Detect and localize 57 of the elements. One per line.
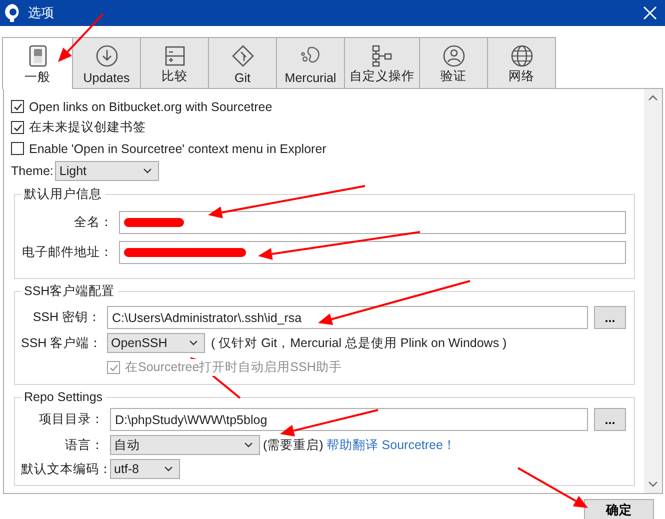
translate-link[interactable]: 帮助翻译 Sourcetree！ [326, 436, 456, 454]
field-label: SSH 密钥： [32, 309, 101, 326]
group-title: Repo Settings [23, 390, 104, 404]
group-title: SSH客户端配置 [23, 283, 116, 300]
flowchart-icon [370, 44, 394, 68]
browse-button[interactable]: ... [594, 306, 626, 329]
settings-tab[interactable]: 网络 [487, 37, 556, 88]
git-diamond-icon [230, 44, 254, 68]
hint-text: (需要重启) [263, 436, 324, 454]
settings-tab[interactable]: 验证 [419, 37, 488, 88]
scroll-down-icon[interactable] [648, 481, 658, 487]
field-label: SSH 客户端： [21, 334, 101, 352]
plus-minus-icon [162, 44, 186, 68]
chevron-down-icon [244, 442, 253, 448]
field-label: 电子邮件地址： [21, 244, 113, 261]
scrollbar[interactable] [644, 89, 662, 493]
settings-tab[interactable]: Updates [72, 37, 141, 88]
theme-dropdown[interactable]: Light [55, 161, 160, 181]
annotation-arrow [58, 13, 104, 62]
annotation-arrow [518, 467, 588, 508]
settings-tab[interactable]: Mercurial [276, 37, 345, 88]
checkbox-label: 在Sourcetree打开时自动启用SSH助手 [125, 359, 342, 376]
chevron-down-icon [189, 340, 198, 346]
field-label: 全名： [73, 214, 113, 231]
chevron-down-icon [143, 168, 152, 174]
checkbox-label: Open links on Bitbucket.org with Sourcetree [29, 100, 272, 114]
settings-tab[interactable]: 比较 [140, 37, 209, 88]
group-title: 默认用户信息 [23, 186, 103, 203]
settings-tab[interactable]: 一般 [2, 37, 73, 89]
chevron-down-icon [164, 466, 173, 472]
input-field[interactable]: C:\Users\Administrator\.ssh\id_rsa [107, 306, 588, 329]
settings-tab[interactable]: Git [208, 37, 277, 88]
settings-tab[interactable]: 自定义操作 [344, 37, 420, 88]
checkbox-label: 在未来提议创建书签 [29, 119, 146, 136]
field-label: 项目目录： [38, 411, 104, 428]
user-circle-icon [442, 44, 466, 68]
field-label: 默认文本编码： [21, 460, 104, 478]
ssh-client-dropdown[interactable]: OpenSSH [107, 333, 205, 353]
download-circle-icon [94, 44, 118, 68]
window-title: 选项 [28, 4, 55, 22]
theme-label: Theme: [11, 164, 54, 178]
scroll-up-icon[interactable] [648, 95, 658, 101]
checkbox-label: Enable 'Open in Sourcetree' context menu in Explorer [29, 142, 326, 156]
globe-icon [510, 44, 534, 68]
ok-button[interactable]: 确定 [584, 499, 654, 519]
field-label: 语言： [64, 436, 104, 454]
hint-text: ( 仅针对 Git，Mercurial 总是使用 Plink on Windows ) [211, 334, 507, 352]
input-field[interactable] [119, 211, 626, 234]
encoding-dropdown[interactable]: utf-8 [110, 459, 180, 479]
close-icon[interactable] [643, 6, 657, 20]
checkbox[interactable] [11, 142, 24, 155]
browse-button[interactable]: ... [594, 408, 626, 431]
input-field[interactable]: D:\phpStudy\WWW\tp5blog [110, 408, 588, 431]
language-dropdown[interactable]: 自动 [110, 435, 260, 455]
input-field[interactable] [119, 241, 626, 264]
checkbox[interactable] [11, 121, 24, 134]
checkbox[interactable] [11, 100, 24, 113]
